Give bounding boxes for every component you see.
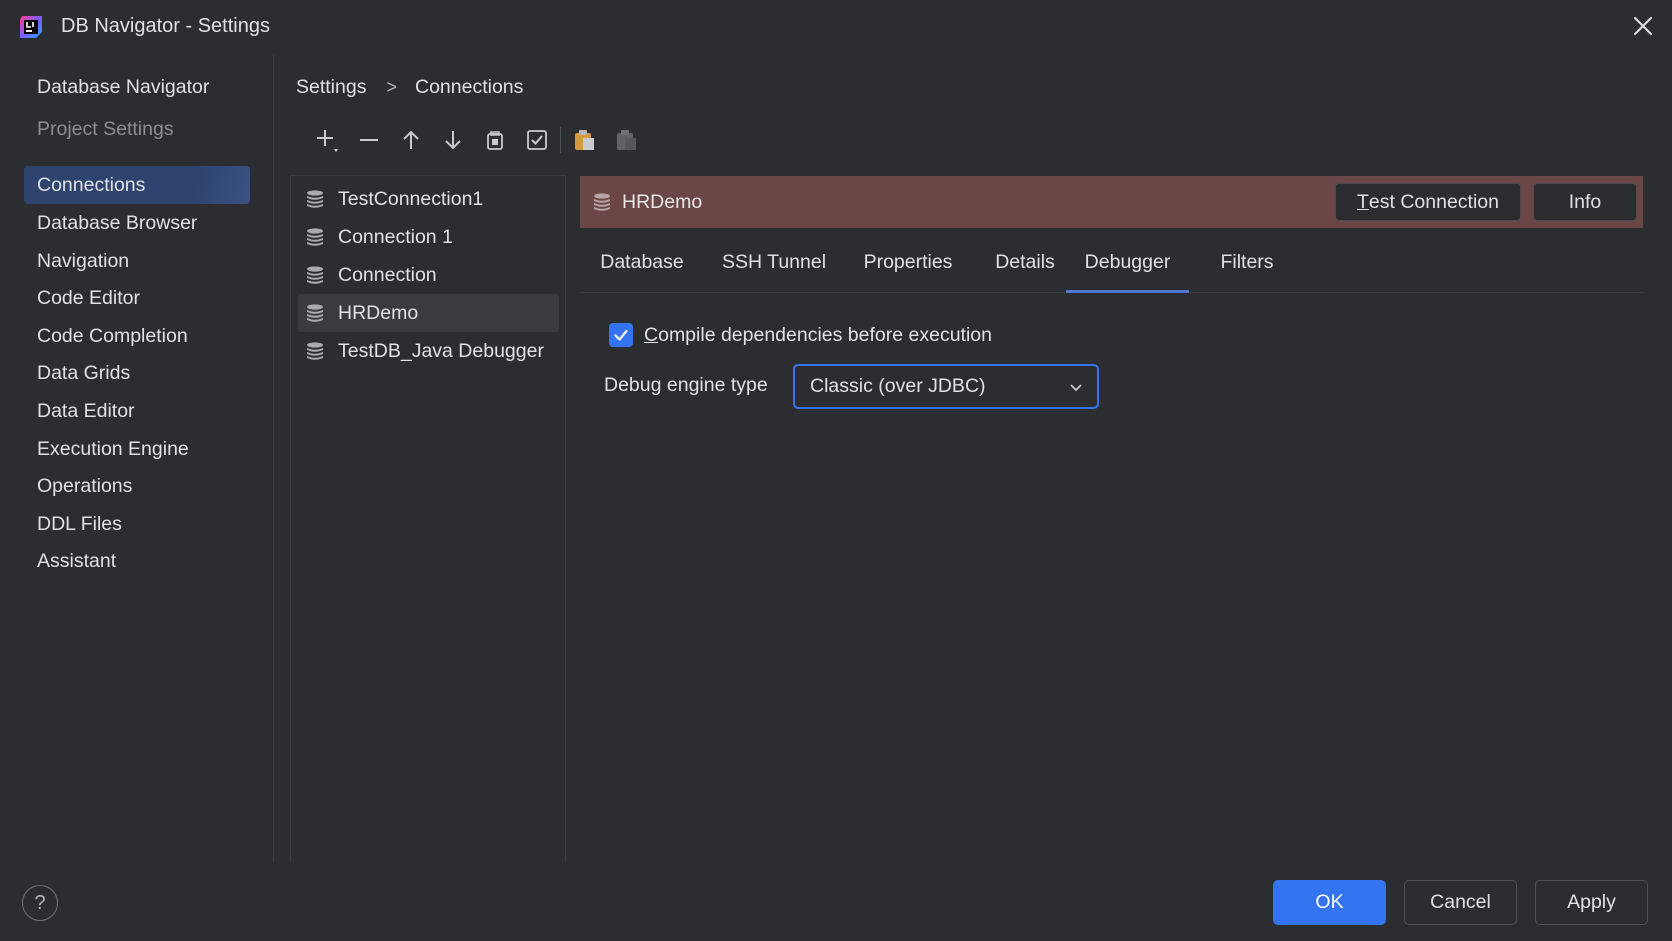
info-button[interactable]: Info	[1533, 183, 1637, 221]
paste-icon	[575, 130, 594, 150]
test-connection-button[interactable]: Test Connection	[1335, 183, 1521, 221]
nav-item-data-grids[interactable]: Data Grids	[24, 354, 250, 392]
ok-button[interactable]: OK	[1273, 880, 1386, 925]
nav-item-code-completion[interactable]: Code Completion	[24, 317, 250, 355]
compile-mnemonic: C	[644, 323, 659, 346]
database-icon	[307, 342, 323, 360]
nav-item-ddl-files[interactable]: DDL Files	[24, 505, 250, 543]
copy-connection-button[interactable]	[474, 124, 516, 156]
breadcrumb-separator: >	[386, 76, 397, 97]
add-icon	[317, 130, 338, 152]
apply-button[interactable]: Apply	[1535, 880, 1648, 925]
list-item-connection-1[interactable]: Connection 1	[298, 218, 559, 256]
connections-toolbar	[306, 124, 647, 156]
tab-filters[interactable]: Filters	[1192, 248, 1302, 293]
move-up-icon	[403, 130, 419, 149]
database-icon	[307, 228, 323, 246]
nav-item-database-browser[interactable]: Database Browser	[24, 204, 250, 242]
connection-label: TestConnection1	[338, 187, 484, 210]
tab-properties[interactable]: Properties	[844, 248, 972, 293]
connection-label: Connection 1	[338, 225, 453, 248]
tab-ssh-tunnel[interactable]: SSH Tunnel	[704, 248, 844, 293]
tab-details[interactable]: Details	[972, 248, 1078, 293]
select-all-button[interactable]	[516, 124, 558, 156]
compile-label-rest: ompile dependencies before execution	[658, 323, 992, 346]
window-title: DB Navigator - Settings	[61, 15, 270, 37]
tab-database[interactable]: Database	[580, 248, 704, 293]
list-item-testdb-java-debugger[interactable]: TestDB_Java Debugger	[298, 332, 559, 370]
nav-item-execution-engine[interactable]: Execution Engine	[24, 430, 250, 468]
db-navigator-logo-icon	[20, 16, 42, 38]
tab-debugger[interactable]: Debugger	[1066, 248, 1189, 293]
compile-dependencies-label: Compile dependencies before execution	[644, 324, 992, 347]
nav-item-assistant[interactable]: Assistant	[24, 542, 250, 580]
paste-disabled-button[interactable]	[605, 124, 647, 156]
remove-connection-button[interactable]	[348, 124, 390, 156]
connection-tabs: Database SSH Tunnel Properties Details D…	[580, 248, 1643, 293]
help-button[interactable]: ?	[22, 885, 58, 921]
list-item-testconnection1[interactable]: TestConnection1	[298, 180, 559, 218]
checkbox-checked[interactable]	[609, 323, 633, 347]
toolbar-separator	[560, 127, 561, 153]
copy-icon	[487, 131, 503, 150]
debug-engine-type-select[interactable]: Classic (over JDBC)	[793, 364, 1099, 409]
database-icon	[307, 190, 323, 208]
remove-icon	[360, 139, 378, 141]
move-down-button[interactable]	[432, 124, 474, 156]
database-icon	[307, 304, 323, 322]
nav-header-project-settings: Project Settings	[37, 118, 174, 140]
cancel-button[interactable]: Cancel	[1404, 880, 1517, 925]
add-connection-button[interactable]	[306, 124, 348, 156]
title-bar: DB Navigator - Settings	[0, 0, 1672, 54]
paste-connection-button[interactable]	[563, 124, 605, 156]
nav-item-data-editor[interactable]: Data Editor	[24, 392, 250, 430]
paste-disabled-icon	[617, 130, 636, 150]
breadcrumb: Settings > Connections	[296, 74, 523, 100]
move-down-icon	[445, 131, 461, 150]
move-up-button[interactable]	[390, 124, 432, 156]
debug-engine-type-label: Debug engine type	[604, 374, 768, 396]
debug-engine-type-value: Classic (over JDBC)	[810, 375, 986, 397]
check-icon	[527, 130, 547, 150]
connections-list: TestConnection1 Connection 1 Connection …	[290, 175, 566, 862]
nav-item-operations[interactable]: Operations	[24, 467, 250, 505]
nav-item-navigation[interactable]: Navigation	[24, 242, 250, 280]
checkmark-icon	[614, 329, 628, 341]
connection-label: TestDB_Java Debugger	[338, 339, 544, 362]
compile-dependencies-checkbox[interactable]: Compile dependencies before execution	[609, 322, 992, 348]
test-connection-mnemonic: T	[1356, 190, 1369, 213]
test-connection-label: est Connection	[1368, 190, 1499, 213]
nav-header-database-navigator[interactable]: Database Navigator	[24, 68, 250, 106]
connection-label: HRDemo	[338, 301, 419, 324]
list-item-hrdemo[interactable]: HRDemo	[298, 294, 559, 332]
connection-name: HRDemo	[622, 190, 703, 213]
connection-label: Connection	[338, 263, 437, 286]
settings-nav: Database Navigator Project Settings Conn…	[0, 54, 274, 862]
database-icon	[307, 266, 323, 284]
chevron-down-icon	[1070, 384, 1082, 392]
list-item-connection[interactable]: Connection	[298, 256, 559, 294]
breadcrumb-root[interactable]: Settings	[296, 76, 366, 99]
database-icon	[594, 193, 610, 211]
breadcrumb-current: Connections	[414, 75, 524, 98]
close-icon[interactable]	[1632, 15, 1654, 37]
nav-item-code-editor[interactable]: Code Editor	[24, 279, 250, 317]
connection-header: HRDemo Test Connection Info	[580, 176, 1643, 228]
nav-item-connections[interactable]: Connections	[24, 166, 250, 204]
